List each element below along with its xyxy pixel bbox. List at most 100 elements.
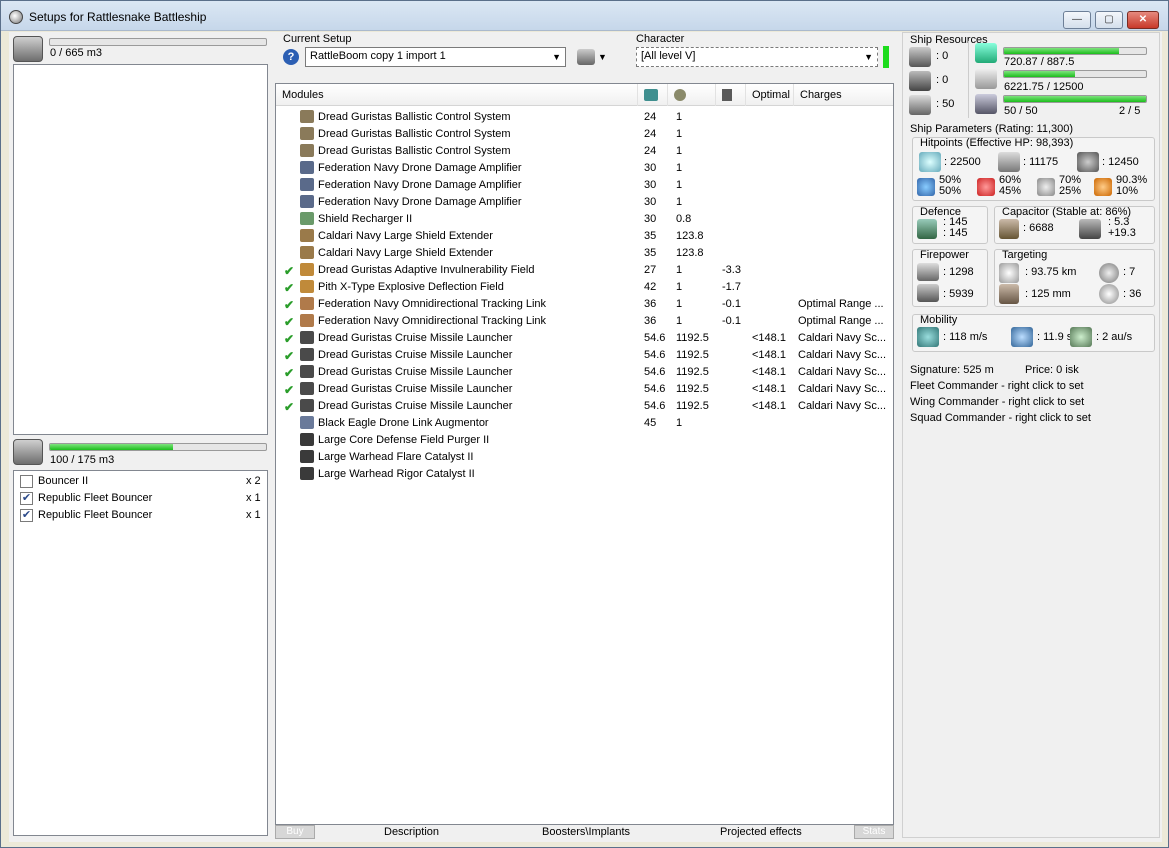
module-active-check[interactable]: ✔ <box>284 281 296 295</box>
header-power-icon[interactable] <box>668 84 716 106</box>
maximize-button[interactable]: ▢ <box>1095 11 1123 29</box>
module-icon <box>300 280 314 293</box>
module-row[interactable]: ✔ Dread Guristas Cruise Missile Launcher 5… <box>276 398 893 415</box>
module-active-check[interactable]: ✔ <box>284 349 296 363</box>
active-drones-value: 2 / 5 <box>1119 105 1141 117</box>
hitpoints-group: Hitpoints (Effective HP: 98,393) : 22500… <box>912 137 1155 201</box>
turret-dps-icon <box>917 263 939 281</box>
header-modules[interactable]: Modules <box>276 84 638 106</box>
title-bar[interactable]: Setups for Rattlesnake Battleship — ▢ ✕ <box>1 1 1168 31</box>
module-name: Dread Guristas Ballistic Control System <box>318 145 511 157</box>
calibration-value: : 50 <box>936 98 955 110</box>
module-row[interactable]: Shield Recharger II 30 0.8 <box>276 211 893 228</box>
drone-item[interactable]: ✔ Republic Fleet Bouncer x 1 <box>14 490 267 507</box>
module-power: 1 <box>676 162 683 174</box>
minimize-button[interactable]: — <box>1063 11 1091 29</box>
bottom-tabs: Buy Description Boosters\Implants Projec… <box>275 825 894 841</box>
tab-projected-effects[interactable]: Projected effects <box>720 826 802 838</box>
buy-button[interactable]: Buy <box>275 825 315 839</box>
header-cpu-icon[interactable] <box>638 84 668 106</box>
module-name: Black Eagle Drone Link Augmentor <box>318 417 489 429</box>
module-icon <box>300 195 314 208</box>
setup-select[interactable]: RattleBoom copy 1 import 1 ▼ <box>305 47 566 67</box>
align-time: : 11.9 s <box>1037 331 1073 343</box>
module-row[interactable]: Large Warhead Flare Catalyst II <box>276 449 893 466</box>
module-active-check[interactable]: ✔ <box>284 315 296 329</box>
hull-hp: : 12450 <box>1102 156 1139 168</box>
ship-parameters-title: Ship Parameters (Rating: 11,300) <box>910 123 1074 135</box>
module-row[interactable]: ✔ Pith X-Type Explosive Deflection Field 4… <box>276 279 893 296</box>
window-title: Setups for Rattlesnake Battleship <box>29 10 207 24</box>
module-active-check[interactable]: ✔ <box>284 332 296 346</box>
drone-checkbox[interactable]: ✔ <box>20 509 33 522</box>
header-activation-icon[interactable] <box>716 84 746 106</box>
fleet-commander[interactable]: Fleet Commander - right click to set <box>910 380 1084 392</box>
module-cpu: 54.6 <box>644 400 666 412</box>
capacitor-amount: : 6688 <box>1023 222 1054 234</box>
drone-item[interactable]: Bouncer II x 2 <box>14 473 267 490</box>
module-active-check[interactable]: ✔ <box>284 366 296 380</box>
tab-boosters-implants[interactable]: Boosters\Implants <box>542 826 630 838</box>
module-icon <box>300 450 314 463</box>
module-power: 1 <box>676 145 683 157</box>
modules-header: Modules Optimal Charges <box>276 84 893 106</box>
scan-resolution: : 125 mm <box>1025 288 1071 300</box>
module-name: Federation Navy Omnidirectional Tracking… <box>318 298 547 310</box>
module-row[interactable]: ✔ Dread Guristas Cruise Missile Launcher 5… <box>276 381 893 398</box>
wing-commander[interactable]: Wing Commander - right click to set <box>910 396 1084 408</box>
ship-tools-dropdown-icon[interactable]: ▼ <box>598 52 607 62</box>
sensor-strength-icon <box>1099 284 1119 304</box>
armor-hp: : 11175 <box>1023 156 1059 168</box>
module-row[interactable]: Caldari Navy Large Shield Extender 35 123.… <box>276 228 893 245</box>
module-active-check[interactable]: ✔ <box>284 264 296 278</box>
drone-checkbox[interactable]: ✔ <box>20 492 33 505</box>
cargo-list[interactable] <box>13 64 268 435</box>
module-charge: Caldari Navy Sc... <box>798 366 887 378</box>
drone-checkbox[interactable] <box>20 475 33 488</box>
current-setup-label: Current Setup <box>283 33 352 45</box>
module-name: Large Warhead Rigor Catalyst II <box>318 468 475 480</box>
drone-list[interactable]: Bouncer II x 2 ✔ Republic Fleet Bouncer … <box>13 470 268 836</box>
module-row[interactable]: Federation Navy Drone Damage Amplifier 30… <box>276 160 893 177</box>
module-row[interactable]: ✔ Federation Navy Omnidirectional Trackin… <box>276 313 893 330</box>
close-button[interactable]: ✕ <box>1127 11 1159 29</box>
module-row[interactable]: Federation Navy Drone Damage Amplifier 30… <box>276 177 893 194</box>
module-row[interactable]: Dread Guristas Ballistic Control System 2… <box>276 143 893 160</box>
module-row[interactable]: Black Eagle Drone Link Augmentor 45 1 <box>276 415 893 432</box>
squad-commander[interactable]: Squad Commander - right click to set <box>910 412 1091 424</box>
module-active-check[interactable]: ✔ <box>284 298 296 312</box>
module-row[interactable]: Large Warhead Rigor Catalyst II <box>276 466 893 483</box>
module-row[interactable]: Dread Guristas Ballistic Control System 2… <box>276 109 893 126</box>
stats-button[interactable]: Stats <box>854 825 894 839</box>
header-charges[interactable]: Charges <box>794 84 893 106</box>
module-row[interactable]: ✔ Dread Guristas Cruise Missile Launcher 5… <box>276 347 893 364</box>
header-optimal[interactable]: Optimal <box>746 84 794 106</box>
help-icon[interactable]: ? <box>283 49 299 65</box>
ship-tools-icon[interactable] <box>577 49 595 65</box>
module-active-check[interactable]: ✔ <box>284 383 296 397</box>
module-row[interactable]: Caldari Navy Large Shield Extender 35 123.… <box>276 245 893 262</box>
module-row[interactable]: Federation Navy Drone Damage Amplifier 30… <box>276 194 893 211</box>
module-cpu: 30 <box>644 213 657 225</box>
module-name: Federation Navy Drone Damage Amplifier <box>318 179 522 191</box>
module-row[interactable]: Large Core Defense Field Purger II <box>276 432 893 449</box>
drone-item[interactable]: ✔ Republic Fleet Bouncer x 1 <box>14 507 267 524</box>
module-row[interactable]: ✔ Dread Guristas Adaptive Invulnerability… <box>276 262 893 279</box>
module-name: Caldari Navy Large Shield Extender <box>318 247 493 259</box>
module-row[interactable]: Dread Guristas Ballistic Control System 2… <box>276 126 893 143</box>
module-row[interactable]: ✔ Federation Navy Omnidirectional Trackin… <box>276 296 893 313</box>
character-select[interactable]: [All level V] ▼ <box>636 47 878 67</box>
module-icon <box>300 399 314 412</box>
drone-count: x 1 <box>246 509 261 521</box>
em-resist: 50% 50% <box>939 174 962 197</box>
velocity-icon <box>917 327 939 347</box>
modules-table[interactable]: Modules Optimal Charges Dread Guristas B… <box>275 83 894 825</box>
module-row[interactable]: ✔ Dread Guristas Cruise Missile Launcher 5… <box>276 330 893 347</box>
module-row[interactable]: ✔ Dread Guristas Cruise Missile Launcher 5… <box>276 364 893 381</box>
module-icon <box>300 263 314 276</box>
sensor-strength: : 36 <box>1123 288 1142 300</box>
module-name: Dread Guristas Ballistic Control System <box>318 111 511 123</box>
module-active-check[interactable]: ✔ <box>284 400 296 414</box>
tab-description[interactable]: Description <box>384 826 439 838</box>
targeting-group: Targeting : 93.75 km : 7 : 125 mm : 36 <box>994 249 1155 307</box>
